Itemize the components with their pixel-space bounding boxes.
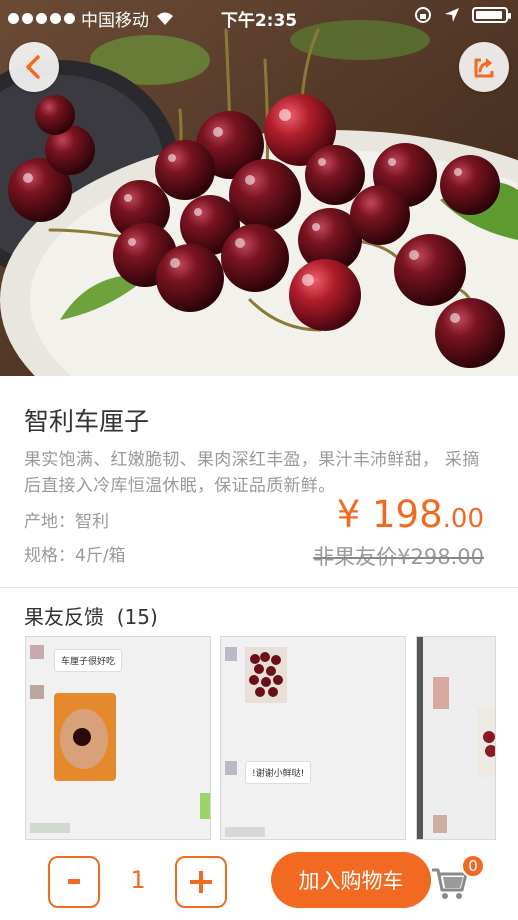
blurred-text xyxy=(225,827,265,837)
share-button[interactable] xyxy=(459,42,509,92)
status-bar-right xyxy=(414,6,511,24)
increase-quantity-button[interactable] xyxy=(175,856,227,908)
product-origin: 产地：智利 xyxy=(24,512,109,532)
chat-bubble-mark xyxy=(200,793,210,819)
avatar xyxy=(225,761,237,775)
review-message: 车厘子很好吃 xyxy=(54,649,123,672)
quantity-value: 1 xyxy=(130,866,146,894)
bottom-bar: 1 加入购物车 0 xyxy=(0,840,518,920)
product-title: 智利车厘子 xyxy=(24,407,150,436)
add-to-cart-button[interactable]: 加入购物车 xyxy=(271,852,431,908)
back-button[interactable] xyxy=(9,42,59,92)
review-photo[interactable] xyxy=(54,693,116,781)
back-icon xyxy=(26,55,40,79)
review-card[interactable]: !谢谢小鲜哒! xyxy=(220,636,406,840)
decrease-quantity-button[interactable] xyxy=(48,856,100,908)
review-card[interactable] xyxy=(416,636,496,840)
avatar xyxy=(225,647,237,661)
share-icon xyxy=(474,58,494,78)
section-divider xyxy=(0,587,518,588)
feedback-title: 果友反馈 (15) xyxy=(24,601,158,630)
status-bar: 中国移动 下午2:35 xyxy=(0,0,518,34)
original-price: 非果友价¥298.00 xyxy=(313,545,484,569)
feedback-gallery[interactable]: 车厘子很好吃 !谢谢小鲜哒! xyxy=(0,636,518,840)
review-card[interactable]: 车厘子很好吃 xyxy=(25,636,211,840)
cart-count-badge: 0 xyxy=(461,854,485,878)
avatar xyxy=(30,645,44,659)
price-decimal: .00 xyxy=(442,504,484,534)
review-photo[interactable] xyxy=(477,707,495,777)
avatar xyxy=(433,815,447,833)
price-integer: 198 xyxy=(372,493,443,536)
rotation-lock-icon xyxy=(415,7,431,23)
minus-icon xyxy=(68,879,80,884)
avatar xyxy=(30,685,44,699)
blurred-text xyxy=(30,823,70,833)
product-price: ¥ 198.00 xyxy=(337,493,484,536)
review-message: !谢谢小鲜哒! xyxy=(245,761,312,784)
product-description: 果实饱满、红嫩脆韧、果肉深红丰盈，果汁丰沛鲜甜， 采摘后直接入冷库恒温休眠，保证… xyxy=(24,450,480,496)
plus-icon xyxy=(190,871,212,893)
dark-edge xyxy=(417,637,423,839)
feedback-count: (15) xyxy=(116,605,158,629)
product-hero-image xyxy=(0,0,518,376)
feedback-label: 果友反馈 xyxy=(24,605,104,629)
price-symbol: ¥ xyxy=(336,493,373,536)
location-icon xyxy=(445,8,459,22)
battery-icon xyxy=(472,7,511,23)
product-spec: 规格：4斤/箱 xyxy=(24,546,126,566)
avatar xyxy=(433,677,449,709)
review-photo[interactable] xyxy=(245,647,287,703)
